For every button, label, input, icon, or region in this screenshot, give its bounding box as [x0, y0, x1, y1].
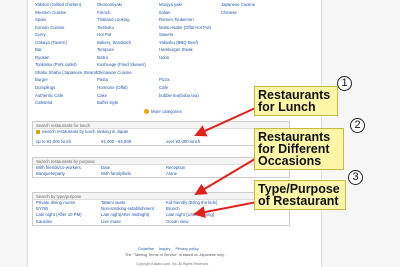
genre-link: [221, 70, 283, 75]
genre-link[interactable]: Izakaya (Tavern): [35, 40, 97, 45]
type-section: Search by type/purpose Private dining ro…: [32, 192, 290, 226]
genre-link[interactable]: Pasta: [97, 77, 159, 82]
genre-link[interactable]: Buffet style: [97, 100, 159, 105]
genre-link[interactable]: Yakitori (Grilled chicken): [35, 2, 97, 7]
purpose-section-header: Search restaurants by purpose: [33, 158, 289, 165]
callout-lunch: Restaurants for Lunch: [254, 86, 338, 116]
genre-link[interactable]: Teishoku: [97, 25, 159, 30]
callout-type: Type/Purpose of Restaurant: [254, 180, 346, 210]
genre-link[interactable]: Pizza: [159, 77, 221, 82]
genre-link[interactable]: Curry: [35, 32, 97, 37]
lunch-budget-list: up to ¥1,000 lunch ¥1,000 - ¥2,000 over ¥2…: [33, 139, 289, 145]
genre-link[interactable]: Burger: [35, 77, 97, 82]
lunch-section: Search restaurants for lunch Search rest…: [32, 121, 290, 146]
genre-link[interactable]: Sweets: [159, 32, 221, 37]
genre-link[interactable]: Udon: [159, 55, 221, 60]
genre-link[interactable]: Bakery, Sandwich: [97, 40, 159, 45]
genre-link[interactable]: Japanese Cuisine: [221, 2, 283, 7]
genre-link[interactable]: Shabu Shabu (Japanese Steamboat): [35, 70, 97, 75]
genre-link[interactable]: Italian: [159, 10, 221, 15]
genre-link[interactable]: Tonkatsu (Pork cutlet): [35, 62, 97, 67]
inquiry-link[interactable]: Inquiry: [159, 247, 170, 251]
genre-link: [159, 62, 221, 67]
callout-number-3: 3: [348, 170, 363, 185]
genre-link[interactable]: Cafeteria: [35, 100, 97, 105]
lunch-section-header: Search restaurants for lunch: [33, 122, 289, 129]
lunch-budget-link[interactable]: ¥1,000 - ¥2,000: [101, 139, 166, 145]
type-link: [231, 219, 291, 225]
genre-link: [221, 62, 283, 67]
genre-link[interactable]: Bar: [35, 47, 97, 52]
callout-number-2: 2: [350, 118, 365, 133]
genre-link[interactable]: Korean Cuisine: [35, 25, 97, 30]
genre-link[interactable]: Thailand cooking: [97, 17, 159, 22]
lunch-budget-link[interactable]: over ¥2,000 lunch: [166, 139, 231, 145]
callout-number-1: 1: [337, 76, 352, 91]
genre-link[interactable]: Monjya yaki: [159, 2, 221, 7]
genre-link: [221, 77, 283, 82]
purpose-section: Search restaurants by purpose With frien…: [32, 157, 290, 179]
genre-link[interactable]: Dumplings: [35, 85, 97, 90]
genre-link: [221, 32, 283, 37]
privacy-policy-link[interactable]: Privacy policy: [175, 247, 198, 251]
genre-link[interactable]: Kushi-age (Fried Skewer): [97, 62, 159, 67]
genre-link[interactable]: bubble tea(boba tea): [159, 93, 221, 98]
genre-link[interactable]: Cafe: [159, 85, 221, 90]
genre-link[interactable]: Bistro: [97, 55, 159, 60]
copyright: Copyright Kakaku.com, Inc. All Rights Re…: [136, 262, 209, 266]
genre-list: Yakitori (Grilled chicken) Okonomiyaki Mon…: [35, 2, 285, 105]
genre-link: [159, 100, 221, 105]
type-section-header: Search by type/purpose: [33, 193, 289, 200]
crown-icon: [36, 129, 40, 134]
genre-link[interactable]: Western Cuisine: [35, 10, 97, 15]
genre-link[interactable]: Hot Pot: [97, 32, 159, 37]
genre-link[interactable]: Hamburger Steak: [159, 47, 221, 52]
genre-link: [221, 47, 283, 52]
genre-link[interactable]: French: [97, 10, 159, 15]
arrow-circle-icon: [144, 109, 149, 115]
genre-link[interactable]: Hormone (Offal): [97, 85, 159, 90]
genre-link[interactable]: Spain: [35, 17, 97, 22]
genre-link[interactable]: Tempura: [97, 47, 159, 52]
purpose-link: [231, 171, 291, 177]
type-link[interactable]: Live music: [101, 219, 166, 225]
genre-link: [221, 25, 283, 30]
purpose-link[interactable]: With family/kids: [101, 171, 166, 177]
footer-links: Guideline Inquiry Privacy policy: [138, 247, 204, 251]
genre-link: [221, 55, 283, 60]
genre-link: [221, 40, 283, 45]
purpose-link[interactable]: Banquets/party: [36, 171, 101, 177]
lunch-budget-link[interactable]: up to ¥1,000 lunch: [36, 139, 101, 145]
genre-link: [159, 70, 221, 75]
purpose-list: With friends/co-workers Date Reception Banq…: [33, 165, 289, 177]
genre-link[interactable]: Yakiniku (BBQ Beef): [159, 40, 221, 45]
more-categories-link[interactable]: More categories: [144, 109, 182, 115]
type-link[interactable]: Ocean view: [166, 219, 231, 225]
genre-link[interactable]: Authentic Cafe: [35, 93, 97, 98]
genre-link[interactable]: Okinawan Cuisine: [97, 70, 159, 75]
genre-link[interactable]: Okonomiyaki: [97, 2, 159, 7]
type-list: Private dining rooms Tatami seats Kid frie…: [33, 200, 289, 225]
genre-link[interactable]: Cake: [97, 93, 159, 98]
type-link[interactable]: Karaoke: [36, 219, 101, 225]
genre-link[interactable]: Ramen,Tsukemen: [159, 17, 221, 22]
guideline-link[interactable]: Guideline: [138, 247, 154, 251]
genre-link[interactable]: Ryokan: [35, 55, 97, 60]
genre-link[interactable]: Chinese: [221, 10, 283, 15]
terms-note: The "Tabelog Terms of Service" is based …: [125, 253, 225, 257]
callout-occasions: Restaurants for Different Occasions: [254, 128, 344, 170]
purpose-link[interactable]: Alone: [166, 171, 231, 177]
genre-link: [221, 17, 283, 22]
genre-link[interactable]: Motsu-Nabe (Offal Hot Pot): [159, 25, 221, 30]
